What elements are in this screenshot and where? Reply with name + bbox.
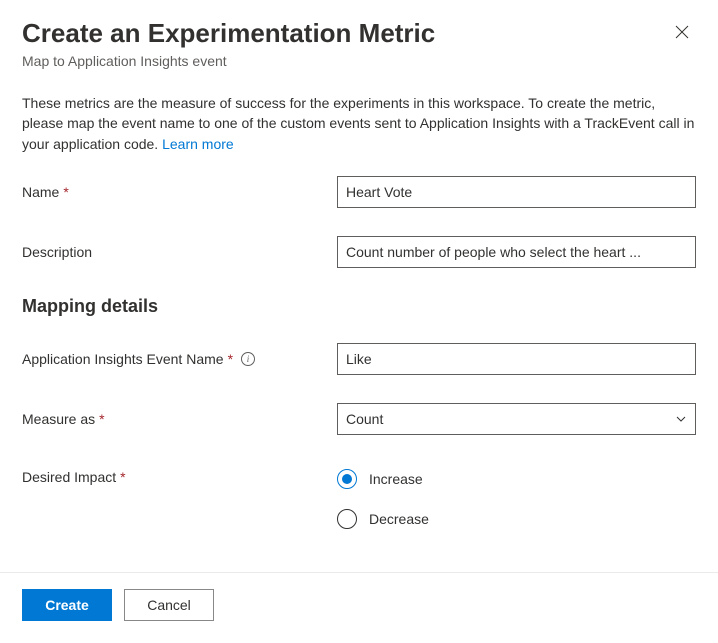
radio-increase-label: Increase <box>369 471 423 487</box>
info-icon[interactable]: i <box>241 352 255 366</box>
desired-impact-label: Desired Impact <box>22 469 116 485</box>
desired-impact-radio-group: Increase Decrease <box>337 469 696 529</box>
name-label: Name <box>22 184 59 200</box>
learn-more-link[interactable]: Learn more <box>162 136 234 152</box>
name-input[interactable] <box>337 176 696 208</box>
create-button[interactable]: Create <box>22 589 112 621</box>
required-marker: * <box>228 351 233 367</box>
measure-as-select[interactable]: Count <box>337 403 696 435</box>
create-metric-panel: Create an Experimentation Metric Map to … <box>0 0 718 643</box>
required-marker: * <box>120 469 125 485</box>
event-name-label: Application Insights Event Name <box>22 351 224 367</box>
radio-increase[interactable]: Increase <box>337 469 696 489</box>
panel-title: Create an Experimentation Metric <box>22 18 435 49</box>
panel-footer: Create Cancel <box>0 572 718 643</box>
intro-paragraph: These metrics are the measure of success… <box>22 93 696 154</box>
close-button[interactable] <box>668 18 696 46</box>
measure-as-label: Measure as <box>22 411 95 427</box>
close-icon <box>675 25 689 39</box>
intro-text: These metrics are the measure of success… <box>22 95 694 152</box>
panel-subtitle: Map to Application Insights event <box>22 53 435 69</box>
radio-decrease-label: Decrease <box>369 511 429 527</box>
description-input[interactable] <box>337 236 696 268</box>
chevron-down-icon <box>675 413 687 425</box>
radio-circle-icon <box>337 469 357 489</box>
event-name-input[interactable] <box>337 343 696 375</box>
measure-as-value: Count <box>346 411 383 427</box>
required-marker: * <box>63 184 68 200</box>
description-label: Description <box>22 244 92 260</box>
mapping-details-heading: Mapping details <box>22 296 696 317</box>
cancel-button[interactable]: Cancel <box>124 589 214 621</box>
required-marker: * <box>99 411 104 427</box>
radio-circle-icon <box>337 509 357 529</box>
radio-decrease[interactable]: Decrease <box>337 509 696 529</box>
